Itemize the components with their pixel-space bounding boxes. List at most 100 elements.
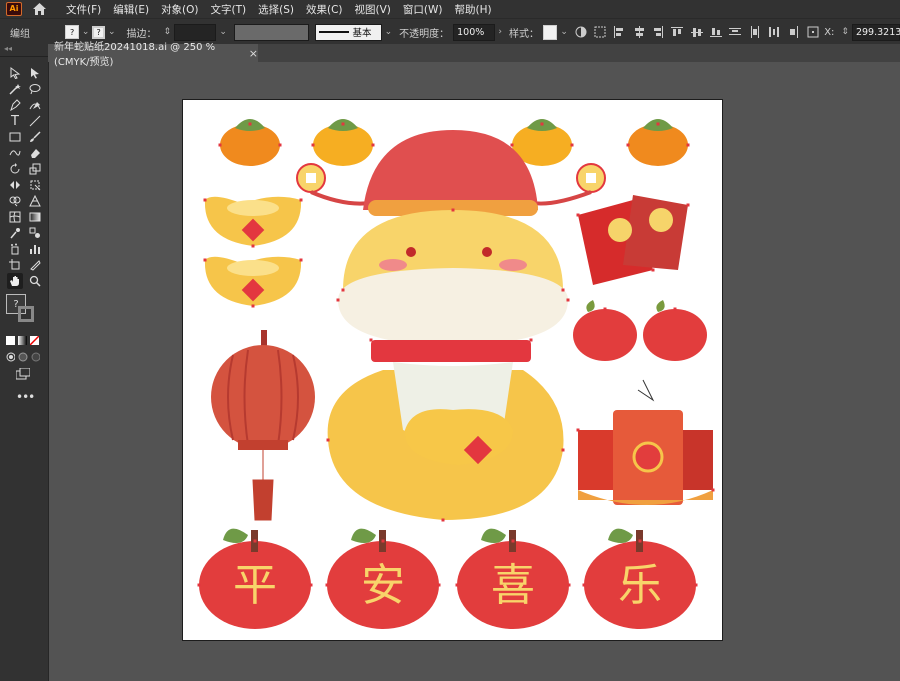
menu-item[interactable]: 编辑(E) xyxy=(107,2,155,17)
shaper-tool-icon[interactable] xyxy=(7,145,23,161)
rotate-tool-icon[interactable] xyxy=(7,161,23,177)
blend-tool-icon[interactable] xyxy=(27,225,43,241)
stroke-dropdown-icon[interactable]: ⌄ xyxy=(108,27,116,37)
brush-definition[interactable]: 基本 xyxy=(314,23,382,41)
anchor-point[interactable] xyxy=(511,539,515,543)
menu-item[interactable]: 选择(S) xyxy=(252,2,300,17)
anchor-point[interactable] xyxy=(437,583,441,587)
direct-selection-tool-icon[interactable] xyxy=(27,65,43,81)
anchor-point[interactable] xyxy=(566,298,570,302)
x-field[interactable]: 299.3213 xyxy=(851,23,900,41)
gradient-tool-icon[interactable] xyxy=(27,209,43,225)
close-document-icon[interactable]: × xyxy=(249,47,258,60)
anchor-point[interactable] xyxy=(570,143,574,147)
recolor-artwork-icon[interactable] xyxy=(574,25,587,39)
distribute-center-icon[interactable] xyxy=(748,25,761,39)
anchor-point[interactable] xyxy=(451,208,455,212)
shape-builder-tool-icon[interactable] xyxy=(7,193,23,209)
fill-stroke-widget[interactable]: ? xyxy=(6,294,40,328)
firecrackers[interactable] xyxy=(578,379,713,505)
anchor-point[interactable] xyxy=(567,583,571,587)
symbol-sprayer-tool-icon[interactable] xyxy=(7,241,23,257)
anchor-point[interactable] xyxy=(711,488,715,492)
anchor-point[interactable] xyxy=(369,338,373,342)
anchor-point[interactable] xyxy=(341,288,345,292)
anchor-point[interactable] xyxy=(638,539,642,543)
opacity-arrow-icon[interactable]: › xyxy=(498,27,502,37)
lasso-tool-icon[interactable] xyxy=(27,81,43,97)
anchor-point[interactable] xyxy=(529,338,533,342)
width-tool-icon[interactable] xyxy=(7,177,23,193)
style-swatch[interactable] xyxy=(543,24,558,40)
anchor-point[interactable] xyxy=(325,583,329,587)
menu-item[interactable]: 文字(T) xyxy=(205,2,253,17)
anchor-point[interactable] xyxy=(218,143,222,147)
opacity-field[interactable]: 100% xyxy=(453,23,496,41)
paintbrush-tool-icon[interactable] xyxy=(27,129,43,145)
anchor-point[interactable] xyxy=(510,143,514,147)
red-envelopes[interactable] xyxy=(578,195,688,285)
anchor-point[interactable] xyxy=(253,539,257,543)
align-middle-icon[interactable] xyxy=(690,25,703,39)
menu-item[interactable]: 窗口(W) xyxy=(397,2,449,17)
transform-reference-icon[interactable] xyxy=(806,25,819,39)
home-icon[interactable] xyxy=(32,2,46,16)
anchor-point[interactable] xyxy=(311,143,315,147)
anchor-point[interactable] xyxy=(576,428,580,432)
anchor-point[interactable] xyxy=(336,298,340,302)
variable-width-profile[interactable] xyxy=(233,23,309,41)
type-tool-icon[interactable]: T xyxy=(7,113,23,129)
apples-right[interactable] xyxy=(573,300,707,361)
anchor-point[interactable] xyxy=(341,122,345,126)
menu-item[interactable]: 文件(F) xyxy=(60,2,107,17)
anchor-point[interactable] xyxy=(299,198,303,202)
menu-item[interactable]: 效果(C) xyxy=(300,2,349,17)
anchor-point[interactable] xyxy=(603,307,607,311)
mesh-tool-icon[interactable] xyxy=(7,209,23,225)
anchor-point[interactable] xyxy=(686,143,690,147)
document-tab[interactable]: 新年蛇贴纸20241018.ai @ 250 % (CMYK/预览) × xyxy=(48,42,258,68)
x-stepper-icon[interactable]: ⇕ xyxy=(841,27,849,37)
fill-dropdown-icon[interactable]: ⌄ xyxy=(82,27,90,37)
align-right-icon[interactable] xyxy=(651,25,664,39)
fill-swatch[interactable]: ? xyxy=(65,25,79,39)
gradient-mode-icon[interactable] xyxy=(18,336,27,345)
menu-item[interactable]: 视图(V) xyxy=(349,2,397,17)
anchor-point[interactable] xyxy=(309,583,313,587)
slice-tool-icon[interactable] xyxy=(27,257,43,273)
anchor-point[interactable] xyxy=(576,213,580,217)
anchor-point[interactable] xyxy=(251,244,255,248)
anchor-point[interactable] xyxy=(203,258,207,262)
draw-mode-icon[interactable] xyxy=(6,352,40,362)
align-to-icon[interactable] xyxy=(593,25,606,39)
anchor-point[interactable] xyxy=(326,438,330,442)
hand-tool-icon[interactable] xyxy=(7,273,23,289)
stroke-indicator[interactable] xyxy=(18,306,34,322)
anchor-point[interactable] xyxy=(686,203,690,207)
anchor-point[interactable] xyxy=(371,143,375,147)
pen-tool-icon[interactable] xyxy=(7,97,23,113)
line-segment-tool-icon[interactable] xyxy=(27,113,43,129)
edit-toolbar-icon[interactable]: ••• xyxy=(16,390,35,404)
align-center-icon[interactable] xyxy=(632,25,645,39)
anchor-point[interactable] xyxy=(299,258,303,262)
gold-ingots[interactable] xyxy=(204,196,302,306)
anchor-point[interactable] xyxy=(197,583,201,587)
menu-item[interactable]: 帮助(H) xyxy=(449,2,498,17)
anchor-point[interactable] xyxy=(248,122,252,126)
anchor-point[interactable] xyxy=(626,143,630,147)
perspective-grid-tool-icon[interactable] xyxy=(27,193,43,209)
lantern[interactable] xyxy=(211,330,315,521)
snake-figure[interactable] xyxy=(327,130,568,520)
style-dropdown-icon[interactable]: ⌄ xyxy=(560,27,568,37)
column-graph-tool-icon[interactable] xyxy=(27,241,43,257)
magic-wand-tool-icon[interactable] xyxy=(7,81,23,97)
anchor-point[interactable] xyxy=(451,343,455,347)
anchor-point[interactable] xyxy=(582,583,586,587)
eraser-tool-icon[interactable] xyxy=(27,145,43,161)
anchor-point[interactable] xyxy=(278,143,282,147)
menu-item[interactable]: 对象(O) xyxy=(155,2,204,17)
anchor-point[interactable] xyxy=(651,268,655,272)
distribute-right-icon[interactable] xyxy=(787,25,800,39)
anchor-point[interactable] xyxy=(694,583,698,587)
